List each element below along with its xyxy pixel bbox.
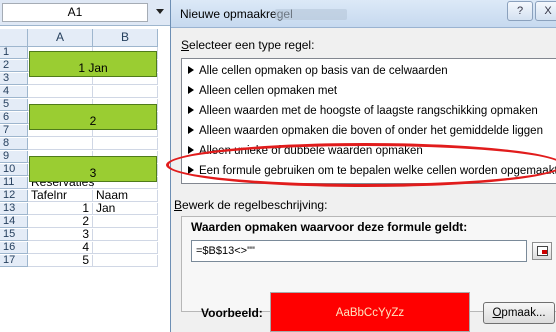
formula-header: Waarden opmaken waarvoor deze formule ge… — [191, 220, 468, 234]
sheet-row: 4 — [0, 86, 170, 98]
triangle-bullet-icon — [188, 86, 194, 94]
row-header[interactable]: 6 — [0, 112, 28, 124]
rule-type-label: Alle cellen opmaken op basis van de celw… — [199, 65, 448, 77]
sheet-row: 17 5 — [0, 254, 170, 267]
select-all-corner[interactable] — [0, 29, 28, 47]
column-header-a[interactable]: A — [28, 29, 93, 47]
highlighted-block-value: 1 Jan — [78, 61, 108, 75]
triangle-bullet-icon — [188, 166, 194, 174]
cell-a[interactable] — [28, 138, 93, 150]
name-box-dropdown-icon[interactable] — [156, 9, 164, 14]
sheet-row: 8 — [0, 138, 170, 150]
collapse-dialog-button[interactable] — [532, 242, 552, 260]
format-button-text: pmaak... — [501, 307, 546, 319]
edit-rule-text: ewerk de regelbeschrijving: — [182, 198, 328, 212]
row-header[interactable]: 13 — [0, 203, 28, 215]
title-ghost-text — [275, 9, 347, 20]
edit-rule-description-label: Bewerk de regelbeschrijving: — [174, 198, 327, 212]
row-header[interactable]: 11 — [0, 177, 28, 189]
row-header[interactable]: 5 — [0, 99, 28, 111]
select-rule-type-accesskey: S — [181, 38, 190, 52]
help-button[interactable]: ? — [507, 1, 533, 21]
row-header[interactable]: 16 — [0, 242, 28, 254]
new-format-rule-dialog: Nieuwe opmaakregel ? X Selecteer een typ… — [170, 0, 556, 332]
spreadsheet: A1 A B 1 2 3 4 5 6 7 8 9 10 11 Reservaties 12 Tafelnr… — [0, 0, 170, 332]
highlighted-block: 3 — [29, 156, 157, 182]
cell-b[interactable] — [93, 86, 158, 98]
rule-type-label: Een formule gebruiken om te bepalen welk… — [199, 165, 556, 177]
triangle-bullet-icon — [188, 126, 194, 134]
cell-b[interactable]: Jan — [93, 202, 158, 215]
format-preview: AaBbCcYyZz — [270, 292, 470, 332]
row-header[interactable]: 17 — [0, 255, 28, 267]
rule-type-item[interactable]: Alleen cellen opmaken met — [188, 85, 337, 97]
preview-sample-text: AaBbCcYyZz — [335, 307, 405, 319]
row-header[interactable]: 8 — [0, 138, 28, 150]
formula-input[interactable] — [191, 240, 527, 262]
cell-a[interactable]: 5 — [28, 254, 93, 267]
row-header[interactable]: 3 — [0, 73, 28, 85]
row-header[interactable]: 4 — [0, 86, 28, 98]
rule-type-item[interactable]: Alleen waarden met de hoogste of laagste… — [188, 105, 538, 117]
row-header[interactable]: 12 — [0, 190, 28, 202]
rule-type-item[interactable]: Alleen waarden opmaken die boven of onde… — [188, 125, 543, 137]
highlighted-block-value: 2 — [89, 114, 97, 128]
cell-b[interactable] — [93, 138, 158, 150]
edit-rule-accesskey: B — [174, 198, 183, 212]
rule-type-label: Alleen waarden opmaken die boven of onde… — [199, 125, 543, 137]
row-header[interactable]: 1 — [0, 47, 28, 59]
cell-b[interactable] — [93, 216, 158, 228]
row-header[interactable]: 9 — [0, 151, 28, 163]
format-button[interactable]: Opmaak... — [483, 302, 555, 324]
rule-type-list: Alle cellen opmaken op basis van de celw… — [181, 58, 556, 184]
cell-b[interactable] — [93, 255, 158, 267]
triangle-bullet-icon — [188, 146, 194, 154]
select-rule-type-label: Selecteer een type regel: — [181, 38, 314, 52]
row-header[interactable]: 14 — [0, 216, 28, 228]
column-header-b[interactable]: B — [93, 29, 158, 47]
rule-type-label: Alleen cellen opmaken met — [199, 85, 338, 97]
highlighted-block-value: 3 — [89, 166, 97, 180]
column-headers: A B — [0, 29, 170, 47]
close-button[interactable]: X — [535, 1, 556, 21]
row-header[interactable]: 2 — [0, 60, 28, 72]
name-box[interactable]: A1 — [2, 3, 148, 22]
rule-type-item[interactable]: Alleen unieke of dubbele waarden opmaken — [188, 145, 423, 157]
range-select-icon — [537, 246, 548, 256]
rule-type-item-selected[interactable]: Een formule gebruiken om te bepalen welk… — [188, 165, 556, 177]
select-rule-type-text: electeer een type regel: — [189, 38, 315, 52]
rule-type-label: Alleen unieke of dubbele waarden opmaken — [199, 145, 423, 157]
row-header[interactable]: 7 — [0, 125, 28, 137]
rule-type-label: Alleen waarden met de hoogste of laagste… — [199, 105, 538, 117]
row-header[interactable]: 10 — [0, 164, 28, 176]
formula-bar: A1 — [0, 0, 170, 26]
highlighted-block: 1 Jan — [29, 51, 157, 77]
cell-b[interactable] — [93, 242, 158, 254]
rule-type-item[interactable]: Alle cellen opmaken op basis van de celw… — [188, 65, 448, 77]
preview-label: Voorbeeld: — [201, 306, 263, 320]
row-header[interactable]: 15 — [0, 229, 28, 241]
cell-a[interactable] — [28, 86, 93, 98]
highlighted-block: 2 — [29, 104, 157, 130]
cell-b[interactable] — [93, 229, 158, 241]
triangle-bullet-icon — [188, 66, 194, 74]
triangle-bullet-icon — [188, 106, 194, 114]
dialog-titlebar[interactable]: Nieuwe opmaakregel ? X — [171, 0, 556, 28]
